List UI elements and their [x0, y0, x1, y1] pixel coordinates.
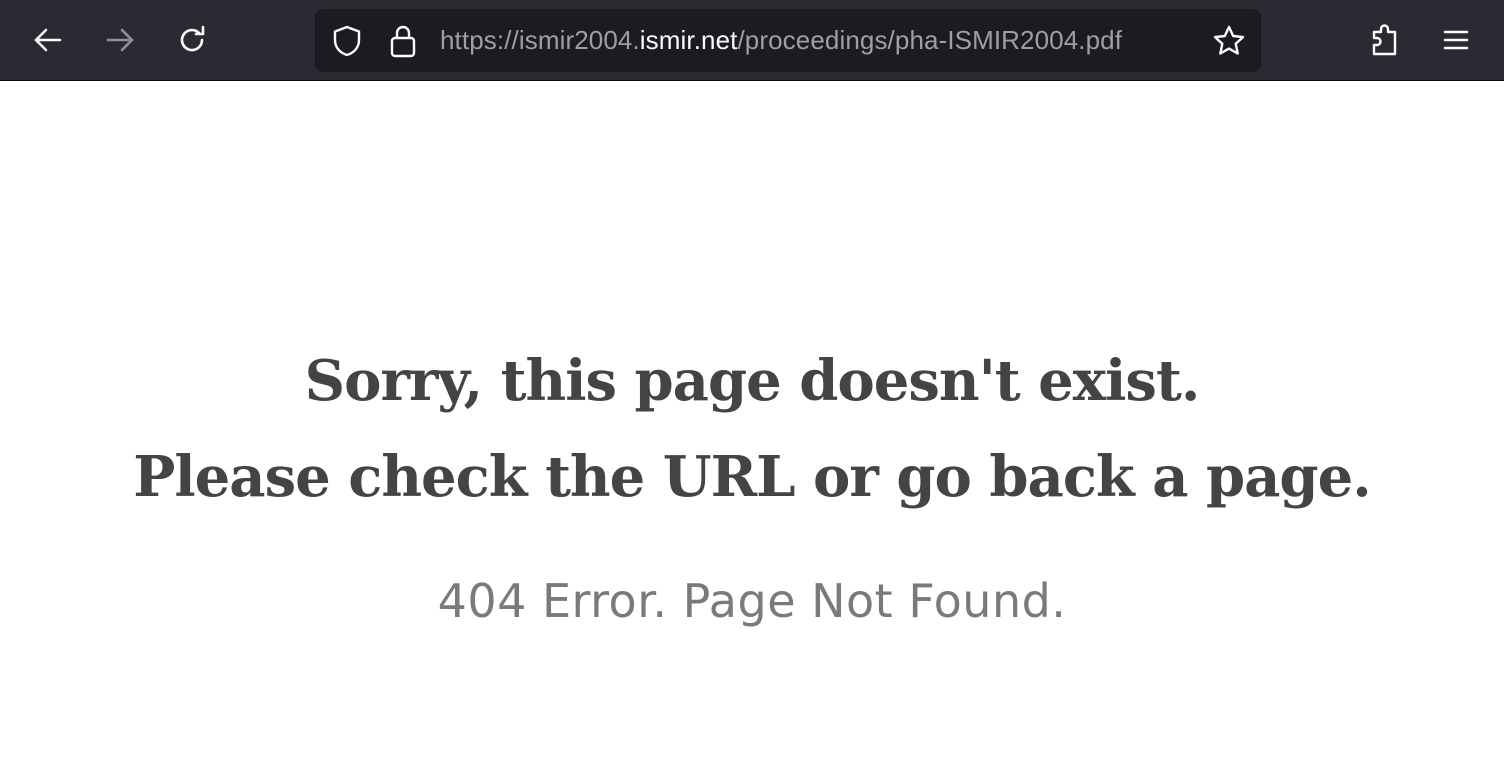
forward-button[interactable]	[92, 12, 148, 68]
url-text[interactable]: https://ismir2004.ismir.net/proceedings/…	[440, 9, 1122, 72]
lock-icon[interactable]	[385, 23, 421, 59]
reload-button[interactable]	[164, 12, 220, 68]
error-heading-line-1: Sorry, this page doesn't exist.	[304, 348, 1201, 414]
address-bar[interactable]: https://ismir2004.ismir.net/proceedings/…	[315, 9, 1261, 72]
puzzle-icon	[1369, 23, 1401, 57]
url-path: /proceedings/pha-ISMIR2004.pdf	[737, 25, 1123, 55]
arrow-left-icon	[32, 24, 64, 56]
url-host: ismir.net	[639, 25, 738, 55]
extensions-button[interactable]	[1357, 12, 1413, 68]
error-heading-line-2: Please check the URL or go back a page.	[133, 444, 1371, 510]
browser-toolbar: https://ismir2004.ismir.net/proceedings/…	[0, 0, 1504, 81]
page-content: Sorry, this page doesn't exist. Please c…	[0, 82, 1504, 764]
reload-icon	[176, 24, 208, 56]
menu-button[interactable]	[1428, 12, 1484, 68]
error-subheading: 404 Error. Page Not Found.	[437, 574, 1067, 628]
hamburger-menu-icon	[1441, 25, 1471, 55]
arrow-right-icon	[104, 24, 136, 56]
star-icon[interactable]	[1211, 23, 1247, 59]
shield-icon[interactable]	[329, 23, 365, 59]
url-prefix: https://ismir2004.	[440, 25, 640, 55]
back-button[interactable]	[20, 12, 76, 68]
